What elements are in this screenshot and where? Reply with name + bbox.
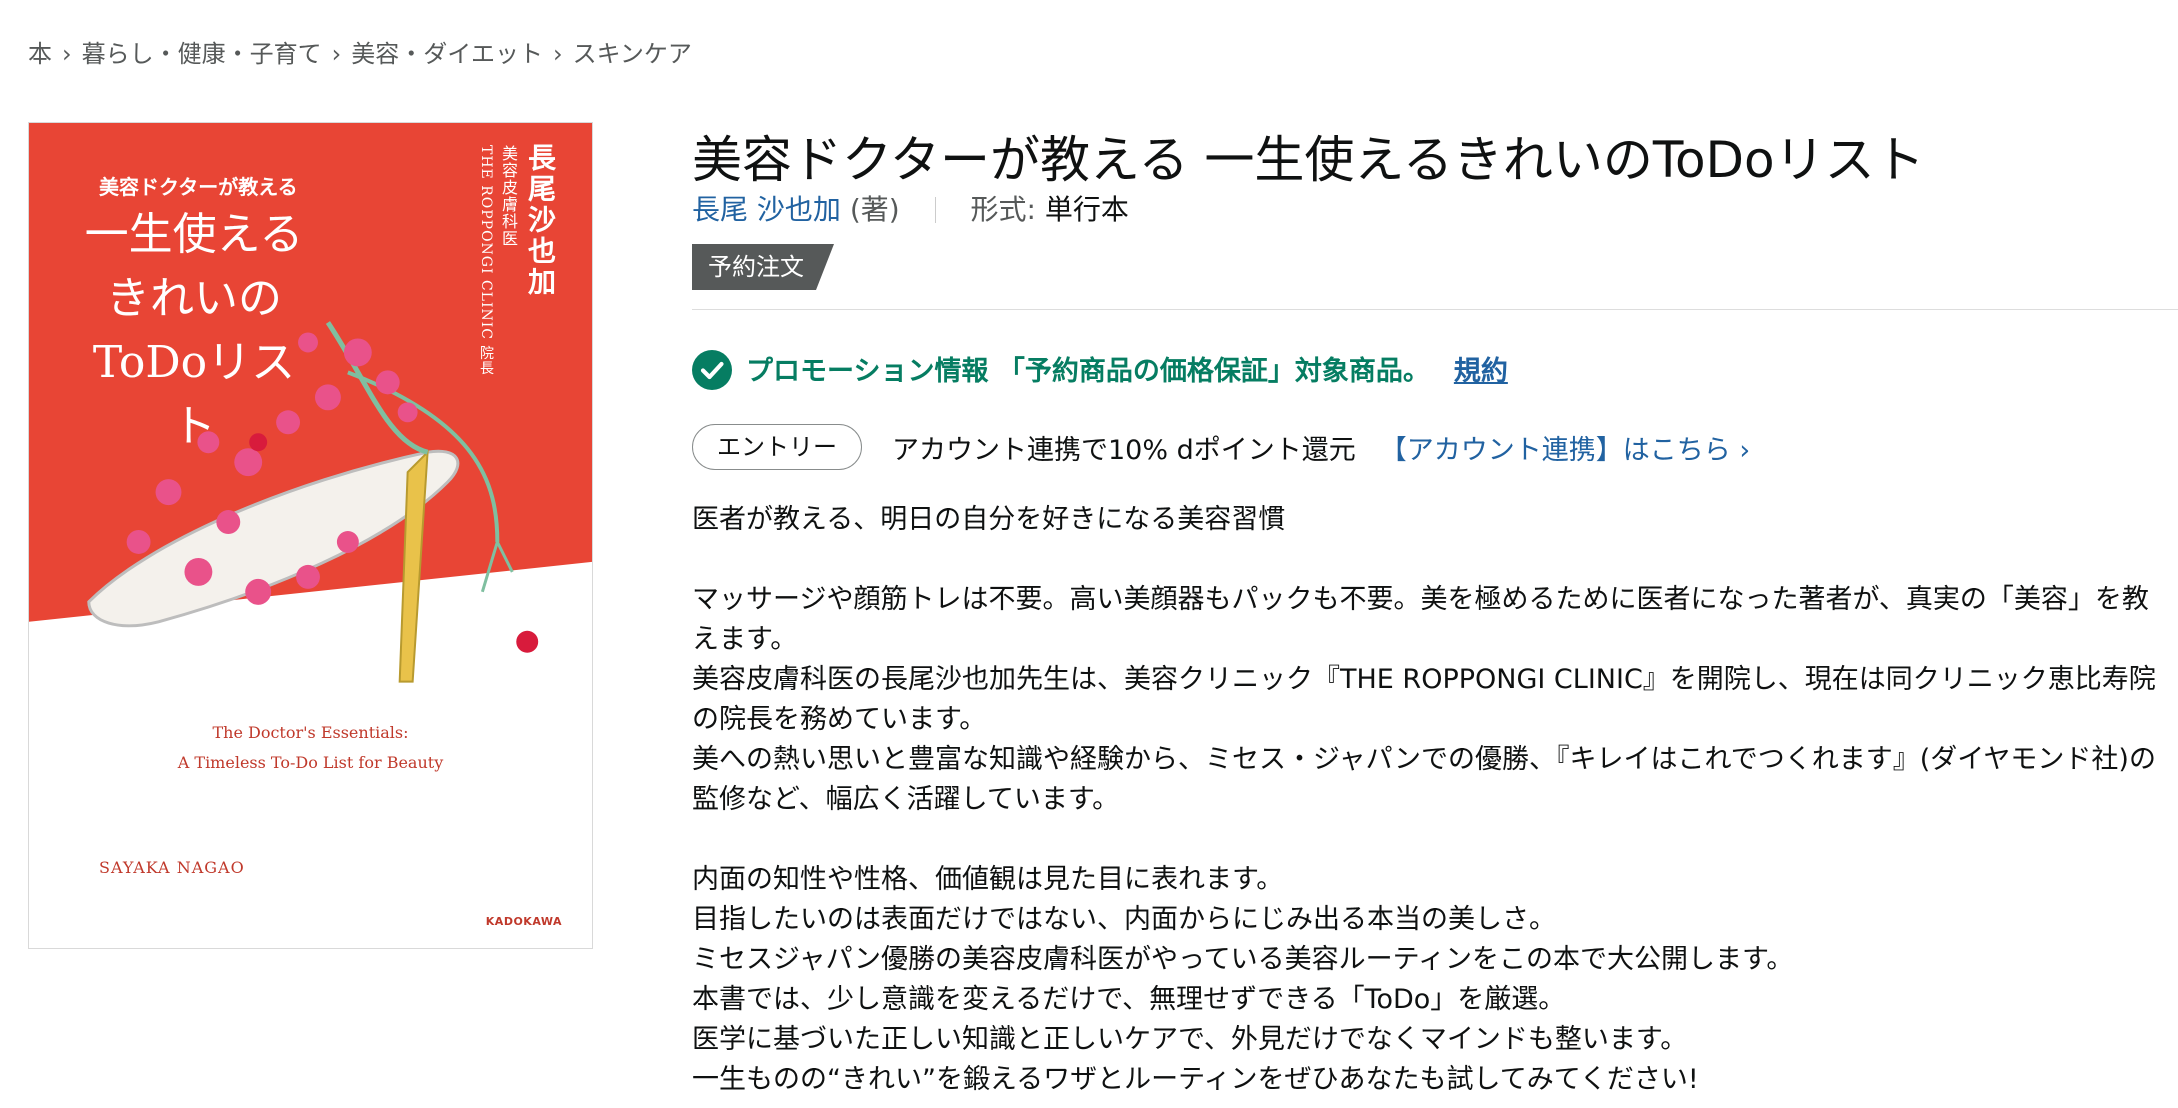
- product-description: 医者が教える、明日の自分を好きになる美容習慣 マッサージや顔筋トレは不要。高い美…: [692, 500, 2172, 1100]
- promotion-text: プロモーション情報 「予約商品の価格保証」対象商品。: [746, 356, 1430, 387]
- section-divider: [692, 309, 2178, 310]
- cover-clinic-vertical: THE ROPPONGI CLINIC 院長: [478, 145, 494, 376]
- description-line: 医者が教える、明日の自分を好きになる美容習慣: [692, 504, 1286, 535]
- description-line: 一生ものの“きれい”を鍛えるワザとルーティンをぜひあなたも試してみてください!: [692, 1064, 1699, 1095]
- description-line: 美への熱い思いと豊富な知識や経験から、ミセス・ジャパンでの優勝、『キレイはこれで…: [692, 744, 2156, 815]
- breadcrumb-item-beauty-diet[interactable]: 美容・ダイエット: [351, 40, 543, 68]
- cover-english-title-line: The Doctor's Essentials:: [212, 723, 409, 742]
- cover-english-title: The Doctor's Essentials: A Timeless To-D…: [29, 718, 592, 778]
- breadcrumb-separator: ›: [552, 40, 563, 68]
- cover-role-vertical: 美容皮膚科医: [499, 145, 518, 247]
- description-line: マッサージや顔筋トレは不要。高い美顔器もパックも不要。美を極めるために医者になっ…: [692, 584, 2149, 655]
- terms-link[interactable]: 規約: [1454, 356, 1508, 387]
- book-cover-image[interactable]: 美容ドクターが教える 一生使える きれいの ToDoリスト 長尾沙也加 美容皮膚…: [28, 122, 593, 949]
- cover-title: 一生使える きれいの ToDoリスト: [79, 203, 309, 459]
- description-line: 美容皮膚科医の長尾沙也加先生は、美容クリニック『THE ROPPONGI CLI…: [692, 664, 2156, 735]
- entry-description: アカウント連携で10% dポイント還元: [892, 434, 1356, 466]
- breadcrumb-item-skincare[interactable]: スキンケア: [573, 40, 692, 68]
- cover-author-vertical: 長尾沙也加: [524, 143, 557, 298]
- account-link[interactable]: 【アカウント連携】はこちら ›: [1380, 435, 1750, 466]
- check-circle-icon: [692, 350, 732, 390]
- cover-title-line: きれいの: [106, 273, 282, 324]
- author-role: (著): [849, 193, 900, 226]
- cover-publisher-logo: KADOKAWA: [485, 915, 562, 928]
- description-line: 目指したいのは表面だけではない、内面からにじみ出る本当の美しさ。: [692, 904, 1556, 935]
- cover-english-author: SAYAKA NAGAO: [99, 858, 245, 877]
- breadcrumb: 本 › 暮らし・健康・子育て › 美容・ダイエット › スキンケア: [28, 34, 692, 69]
- breadcrumb-separator: ›: [331, 40, 342, 68]
- byline-divider: [934, 197, 936, 223]
- cover-english-title-line: A Timeless To-Do List for Beauty: [177, 753, 444, 772]
- breadcrumb-separator: ›: [62, 40, 72, 68]
- promotion-row: プロモーション情報 「予約商品の価格保証」対象商品。 規約: [692, 349, 1508, 390]
- product-byline: 長尾 沙也加 (著) 形式: 単行本: [692, 188, 1129, 228]
- entry-row: エントリー アカウント連携で10% dポイント還元 【アカウント連携】はこちら ›: [692, 424, 1750, 470]
- cover-title-line: ToDoリスト: [92, 337, 296, 452]
- description-line: 本書では、少し意識を変えるだけで、無理せずできる「ToDo」を厳選。: [692, 984, 1566, 1015]
- description-line: ミセスジャパン優勝の美容皮膚科医がやっている美容ルーティンをこの本で大公開します…: [692, 944, 1794, 975]
- format-value: 単行本: [1044, 193, 1129, 226]
- description-line: 医学に基づいた正しい知識と正しいケアで、外見だけでなくマインドも整います。: [692, 1024, 1688, 1055]
- breadcrumb-item-lifestyle[interactable]: 暮らし・健康・子育て: [82, 40, 322, 68]
- format-label: 形式:: [970, 193, 1036, 226]
- entry-button[interactable]: エントリー: [692, 424, 862, 470]
- description-line: 内面の知性や性格、価値観は見た目に表れます。: [692, 864, 1284, 895]
- cover-title-line: 一生使える: [84, 209, 304, 260]
- product-title: 美容ドクターが教える 一生使えるきれいのToDoリスト: [692, 131, 1925, 189]
- breadcrumb-item-books[interactable]: 本: [28, 40, 52, 68]
- preorder-badge: 予約注文: [692, 244, 834, 290]
- cover-subtitle: 美容ドクターが教える: [99, 175, 298, 199]
- author-link[interactable]: 長尾 沙也加: [692, 193, 841, 226]
